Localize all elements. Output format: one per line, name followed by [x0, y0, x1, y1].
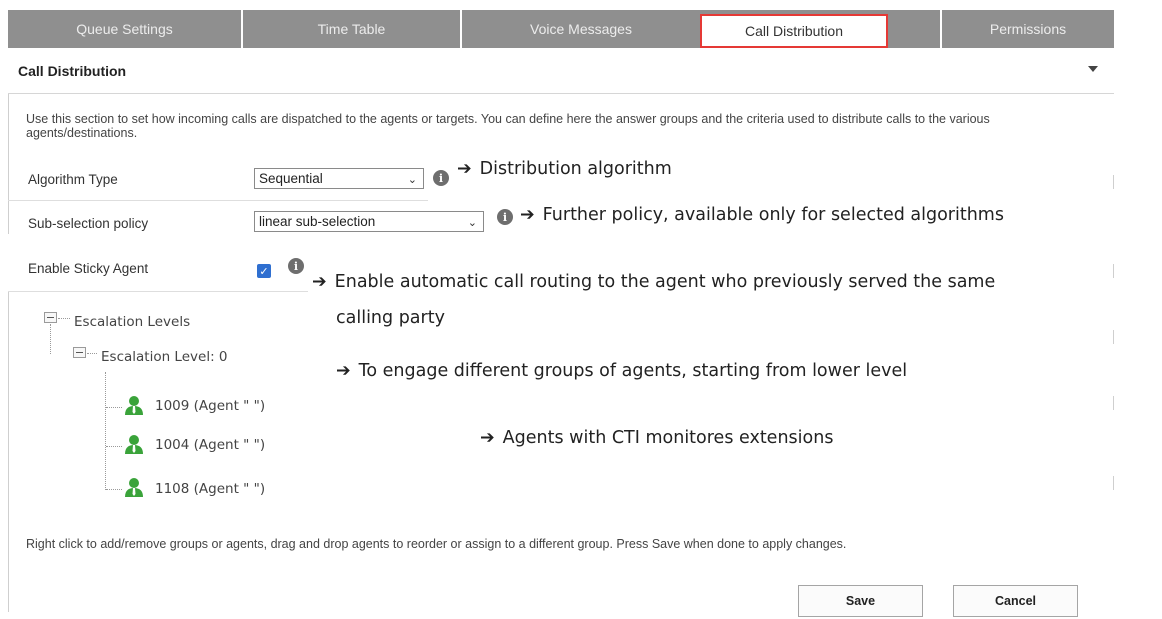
subselection-policy-value: linear sub-selection: [259, 214, 376, 229]
tab-label: Voice Messages: [530, 21, 632, 37]
chevron-down-icon: ⌄: [467, 217, 477, 229]
tab-bar: Queue Settings Time Table Voice Messages…: [8, 10, 1114, 48]
right-arrow-icon: ➔: [480, 428, 495, 448]
sticky-agent-label: Enable Sticky Agent: [28, 261, 149, 276]
chevron-down-icon[interactable]: [1088, 66, 1098, 72]
tree-connector: [87, 353, 97, 354]
algorithm-type-label: Algorithm Type: [28, 172, 118, 187]
right-arrow-icon: ➔: [312, 272, 327, 292]
annotation-sticky: ➔ Enable automatic call routing to the ag…: [312, 271, 995, 293]
tab-label: Permissions: [989, 21, 1067, 37]
tree-connector: [105, 372, 106, 490]
right-arrow-icon: ➔: [520, 205, 535, 225]
panel-border: [1113, 476, 1114, 490]
algorithm-type-value: Sequential: [259, 171, 323, 186]
annotation-text: Further policy, available only for selec…: [542, 205, 1004, 225]
right-arrow-icon: ➔: [336, 361, 351, 381]
tree-connector: [58, 318, 70, 319]
algorithm-type-select[interactable]: Sequential ⌄: [254, 168, 424, 189]
cancel-button[interactable]: Cancel: [953, 585, 1078, 617]
panel-border: [8, 94, 9, 234]
tab-queue-settings[interactable]: Queue Settings: [8, 10, 241, 48]
subselection-policy-label: Sub-selection policy: [28, 216, 149, 231]
agent-icon: [125, 396, 143, 415]
panel-header[interactable]: Call Distribution: [8, 48, 1114, 94]
row-divider: [8, 200, 428, 201]
annotation-agents: ➔ Agents with CTI monitores extensions: [480, 427, 833, 449]
panel-border: [1113, 396, 1114, 410]
annotation-subselection: ➔ Further policy, available only for sele…: [520, 204, 1004, 226]
tree-connector: [106, 407, 122, 408]
tree-agent-1108[interactable]: 1108 (Agent " "): [155, 481, 265, 497]
agent-icon: [125, 435, 143, 454]
tab-voice-messages[interactable]: Voice Messages: [460, 10, 700, 48]
info-icon[interactable]: i: [288, 258, 304, 274]
annotation-text: Distribution algorithm: [479, 159, 672, 179]
info-icon[interactable]: i: [497, 209, 513, 225]
tab-call-distribution[interactable]: Call Distribution: [700, 14, 888, 48]
annotation-text: Enable automatic call routing to the age…: [334, 272, 996, 292]
tree-connector: [106, 489, 122, 490]
info-icon[interactable]: i: [433, 170, 449, 186]
subselection-policy-select[interactable]: linear sub-selection ⌄: [254, 211, 484, 232]
tree-collapse-icon[interactable]: [73, 347, 86, 358]
panel-title: Call Distribution: [18, 62, 127, 79]
tab-label: Queue Settings: [76, 21, 173, 37]
tab-time-table[interactable]: Time Table: [241, 10, 460, 48]
tab-permissions[interactable]: Permissions: [940, 10, 1114, 48]
panel-border: [1113, 330, 1114, 344]
annotation-escalation: ➔ To engage different groups of agents, s…: [336, 360, 907, 382]
tree-agent-1004[interactable]: 1004 (Agent " "): [155, 437, 265, 453]
panel-border: [8, 292, 9, 612]
row-divider: [8, 291, 308, 292]
tree-connector: [106, 446, 122, 447]
chevron-down-icon: ⌄: [407, 174, 417, 186]
save-button[interactable]: Save: [798, 585, 923, 617]
annotation-algorithm: ➔ Distribution algorithm: [457, 158, 672, 180]
annotation-text: To engage different groups of agents, st…: [358, 361, 908, 381]
annotation-sticky-continuation: calling party: [336, 308, 445, 328]
annotation-text: Agents with CTI monitores extensions: [502, 428, 834, 448]
tree-node-escalation-level[interactable]: Escalation Level: 0: [101, 349, 228, 365]
right-arrow-icon: ➔: [457, 159, 472, 179]
agent-icon: [125, 478, 143, 497]
sticky-agent-checkbox[interactable]: ✓: [257, 264, 271, 278]
tree-agent-1009[interactable]: 1009 (Agent " "): [155, 398, 265, 414]
tree-connector: [50, 324, 51, 354]
tab-label: Call Distribution: [744, 23, 844, 39]
footer-hint: Right click to add/remove groups or agen…: [26, 537, 847, 551]
panel-border: [1113, 175, 1114, 189]
tree-node-escalation-levels[interactable]: Escalation Levels: [74, 314, 190, 330]
panel-border: [1113, 264, 1114, 278]
section-description: Use this section to set how incoming cal…: [26, 112, 990, 140]
tab-label: Time Table: [317, 21, 386, 37]
tree-collapse-icon[interactable]: [44, 312, 57, 323]
